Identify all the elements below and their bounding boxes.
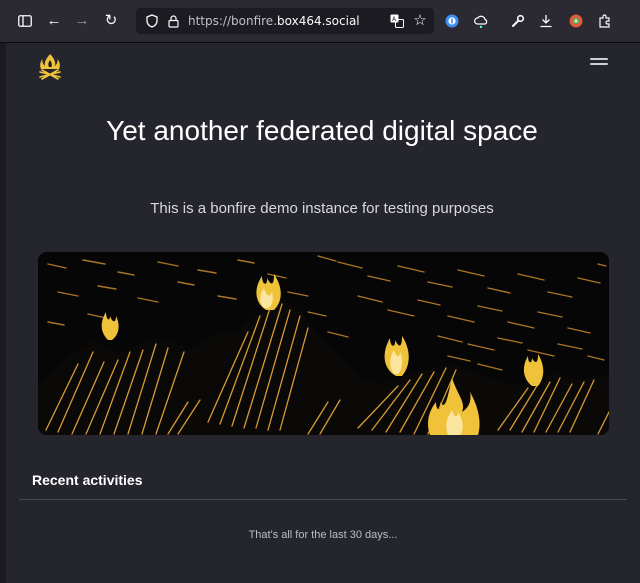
translate-icon[interactable]: A: [387, 11, 407, 31]
address-bar[interactable]: https://bonfire.box464.social A ☆: [136, 8, 434, 34]
hero-title: Yet another federated digital space: [106, 115, 538, 146]
reload-icon[interactable]: ↻: [101, 11, 121, 31]
menu-button[interactable]: [590, 55, 608, 69]
hamburger-line: [590, 63, 608, 65]
back-icon[interactable]: ←: [44, 11, 64, 31]
recent-activities-heading: Recent activities: [32, 472, 143, 488]
hero-banner-image: [38, 252, 609, 435]
lock-icon[interactable]: [163, 11, 183, 31]
empty-feed-message: That's all for the last 30 days...: [248, 529, 398, 541]
bookmark-star-icon[interactable]: ☆: [410, 11, 430, 31]
tools-icon[interactable]: [508, 11, 528, 31]
password-manager-icon[interactable]: [442, 11, 462, 31]
bonfire-logo-icon[interactable]: [37, 52, 63, 80]
extensions-icon[interactable]: [595, 11, 615, 31]
browser-toolbar: ← → ↻ https://bonfire.box464.social A ☆: [0, 0, 640, 43]
forward-icon: →: [74, 12, 90, 29]
shield-icon[interactable]: [142, 11, 162, 31]
sync-icon[interactable]: [471, 11, 491, 31]
url-text[interactable]: https://bonfire.box464.social: [188, 14, 360, 28]
hero-subtitle: This is a bonfire demo instance for test…: [150, 200, 494, 217]
profile-icon[interactable]: [566, 11, 586, 31]
page-content: Yet another federated digital space This…: [6, 43, 640, 583]
url-domain: box464.social: [277, 14, 360, 28]
url-prefix: https://bonfire.: [188, 14, 278, 28]
section-divider: [19, 499, 627, 500]
sidebar-icon[interactable]: [15, 11, 35, 31]
hamburger-line: [590, 58, 608, 60]
download-icon[interactable]: [536, 11, 556, 31]
